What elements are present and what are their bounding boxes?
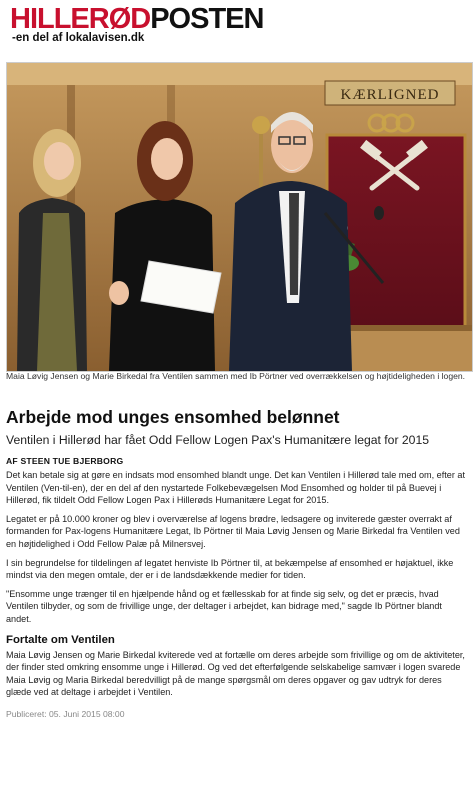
logo-part-1: HILLERØD xyxy=(10,3,151,35)
section-heading: Fortalte om Ventilen xyxy=(6,633,115,646)
article: Arbejde mod unges ensomhed belønnet Vent… xyxy=(6,407,468,719)
article-paragraph: Legatet er på 10.000 kroner og blev i ov… xyxy=(6,513,460,549)
sign-text: KÆRLIGNED xyxy=(341,87,440,103)
article-paragraph: I sin begrundelse for tildelingen af leg… xyxy=(6,557,454,581)
photo-caption: Maia Løvig Jensen og Marie Birkedal fra … xyxy=(6,371,466,381)
masthead: HILLERØDPOSTEN -en del af lokalavisen.dk xyxy=(10,4,470,52)
article-paragraph: Det kan betale sig at gøre en indsats mo… xyxy=(6,470,465,506)
published-date: Publiceret: 05. Juni 2015 08:00 xyxy=(6,708,125,719)
article-title: Arbejde mod unges ensomhed belønnet xyxy=(6,407,340,427)
logo-part-2: POSTEN xyxy=(150,3,264,35)
article-photo: KÆRLIGNED xyxy=(6,62,473,372)
article-paragraph: Maia Løvig Jensen og Marie Birkedal kvit… xyxy=(6,649,465,698)
site-logo[interactable]: HILLERØDPOSTEN xyxy=(10,4,470,34)
article-byline: AF STEEN TUE BJERBORG xyxy=(6,456,124,466)
article-subtitle: Ventilen i Hillerød har fået Odd Fellow … xyxy=(6,433,430,447)
article-quote-paragraph: "Ensomme unge trænger til en hjælpende h… xyxy=(6,588,442,624)
